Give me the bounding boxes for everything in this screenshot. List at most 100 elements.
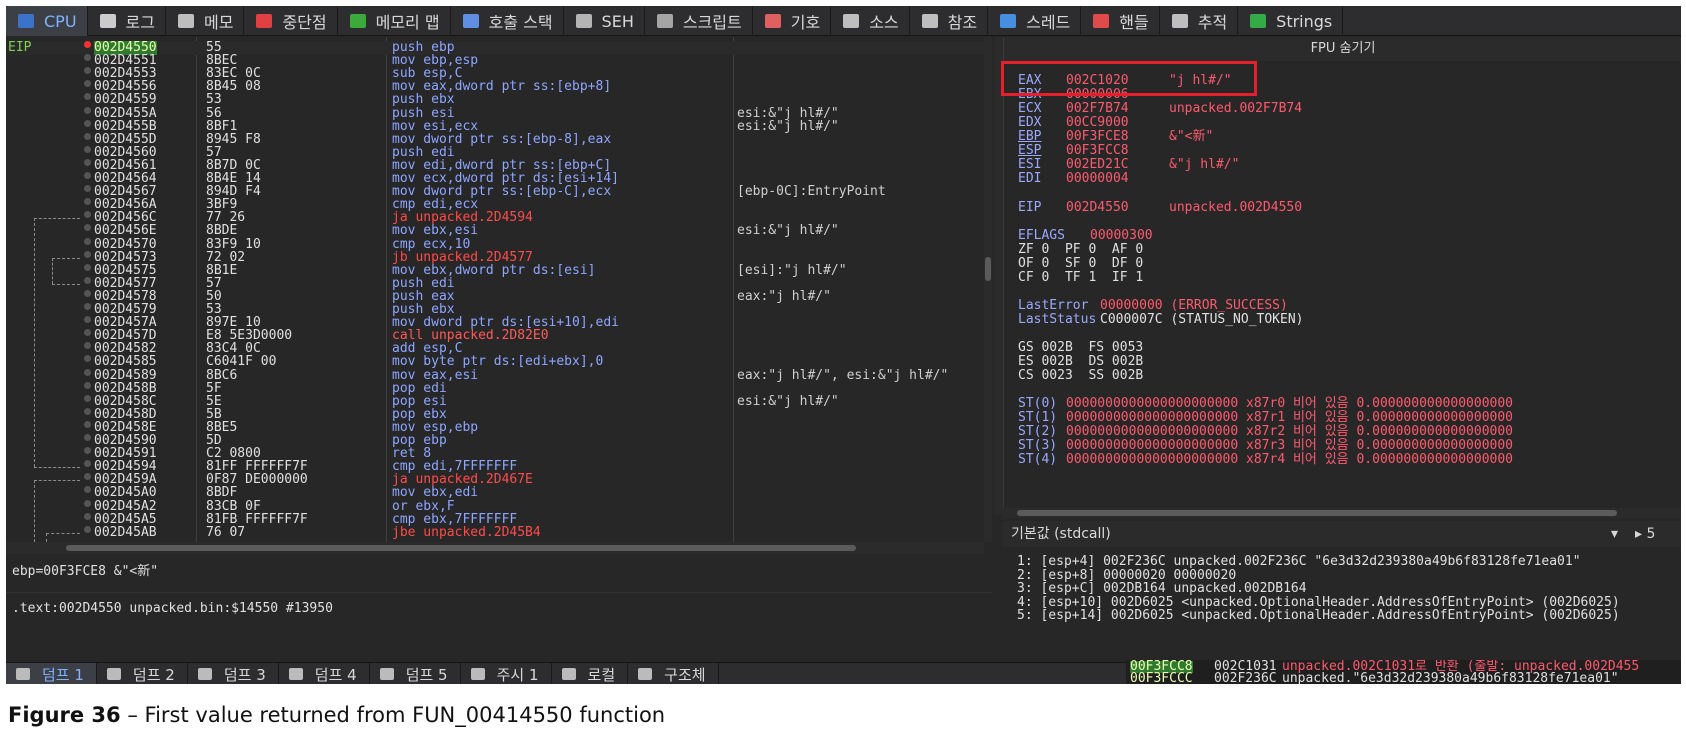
breakpoint-dot-icon[interactable] [84,512,91,520]
register-name[interactable]: ECX [1018,102,1041,116]
flag-row[interactable]: CF 0 TF 1 IF 1 [1018,271,1143,285]
tab-notes[interactable]: 메모 [166,6,245,36]
tab-breakpoint[interactable]: 중단점 [244,6,338,36]
tab-strings[interactable]: Strings [1238,6,1344,36]
fpu-register-name[interactable]: ST(3) [1018,439,1057,453]
segment-register-row[interactable]: CS 0023 SS 002B [1018,369,1143,383]
breakpoint-dot-icon[interactable] [84,276,91,284]
breakpoint-dot-icon[interactable] [84,67,91,75]
breakpoint-dot-icon[interactable] [84,224,91,232]
breakpoint-dot-icon[interactable] [84,145,91,153]
flag-row[interactable]: ZF 0 PF 0 AF 0 [1018,243,1143,257]
calling-convention-select[interactable]: 기본값 (stdcall) ▾ ▸ 5 [1003,521,1681,547]
breakpoint-dot-icon[interactable] [84,211,91,219]
registers-horizontal-scrollbar[interactable] [1003,508,1681,518]
fpu-register-value[interactable]: 0000000000000000000000 x87r2 비어 있음 0.000… [1066,425,1513,439]
argument-row[interactable]: 1: [esp+4] 002F236C unpacked.002F236C "6… [1017,555,1581,569]
segment-register-row[interactable]: ES 002B DS 002B [1018,355,1143,369]
breakpoint-dot-icon[interactable] [84,93,91,101]
breakpoint-dot-icon[interactable] [84,407,91,415]
stack-pane[interactable]: 00F3FCC8 002C1031 unpacked.002C1031로 반환 (출… [1126,660,1681,684]
disassembly-vertical-scrollbar[interactable] [984,37,992,542]
breakpoint-dot-icon[interactable] [84,447,91,455]
bottom-tab[interactable]: 구조체 [628,663,719,684]
tab-script[interactable]: 스크립트 [645,6,753,36]
breakpoint-dot-icon[interactable] [84,41,91,48]
breakpoint-dot-icon[interactable] [84,329,91,337]
tab-source[interactable]: 소스 [831,6,910,36]
register-name[interactable]: ESP [1018,144,1041,158]
breakpoint-dot-icon[interactable] [84,303,91,310]
breakpoint-dot-icon[interactable] [84,132,91,140]
breakpoint-dot-icon[interactable] [84,198,91,206]
fpu-register-value[interactable]: 0000000000000000000000 x87r3 비어 있음 0.000… [1066,439,1513,453]
fpu-register-value[interactable]: 0000000000000000000000 x87r0 비어 있음 0.000… [1066,397,1513,411]
breakpoint-dot-icon[interactable] [84,172,91,179]
breakpoint-dot-icon[interactable] [84,250,91,258]
bottom-tab[interactable]: 덤프 5 [370,663,461,684]
tab-symbols[interactable]: 기호 [753,6,832,36]
fpu-register-value[interactable]: 0000000000000000000000 x87r4 비어 있음 0.000… [1066,453,1513,467]
breakpoint-dot-icon[interactable] [84,185,91,193]
breakpoint-dot-icon[interactable] [84,381,91,389]
hide-fpu-button[interactable]: FPU 숨기기 [1004,37,1681,61]
breakpoint-dot-icon[interactable] [84,434,91,441]
fpu-register-value[interactable]: 0000000000000000000000 x87r1 비어 있음 0.000… [1066,411,1513,425]
registers-pane[interactable]: FPU 숨기기 EAX 002C1020 "j hl#/" EBX 00000006 EC… [1003,37,1681,515]
registers-splitter[interactable] [995,37,1003,515]
breakpoint-dot-icon[interactable] [84,355,91,363]
argument-row[interactable]: 5: [esp+14] 002D6025 <unpacked.OptionalH… [1017,609,1620,623]
register-name[interactable]: EDI [1018,172,1041,186]
breakpoint-dot-icon[interactable] [84,263,91,271]
breakpoint-dot-icon[interactable] [84,394,91,402]
arguments-pane[interactable]: 1: [esp+4] 002F236C unpacked.002F236C "6… [1003,551,1681,631]
flag-row[interactable]: OF 0 SF 0 DF 0 [1018,257,1143,271]
breakpoint-dot-icon[interactable] [84,525,91,533]
breakpoint-dot-icon[interactable] [84,316,91,324]
breakpoint-dot-icon[interactable] [84,80,91,88]
breakpoint-dot-icon[interactable] [84,499,91,507]
register-value[interactable]: 002D4550 [1066,201,1129,215]
tab-references[interactable]: 참조 [910,6,989,36]
chevron-down-icon[interactable]: ▾ [1611,521,1618,547]
tab-cpu[interactable]: CPU [6,6,88,36]
bottom-tab[interactable]: 주시 1 [461,663,552,684]
bottom-tab[interactable]: 덤프 1 [6,663,97,684]
disasm-row[interactable]: 002D45AB 76 07 jbe unpacked.2D45B4 [6,525,992,540]
argument-row[interactable]: 3: [esp+C] 002DB164 unpacked.002DB164 [1017,582,1307,596]
tab-log[interactable]: 로그 [88,6,166,36]
tab-memory-map[interactable]: 메모리 맵 [338,6,451,36]
bottom-tab[interactable]: 로컬 [552,663,629,684]
fpu-register-name[interactable]: ST(1) [1018,411,1057,425]
register-name[interactable]: ESI [1018,158,1041,172]
breakpoint-dot-icon[interactable] [84,368,91,376]
breakpoint-dot-icon[interactable] [84,237,91,245]
register-value[interactable]: 00F3FCE8 [1066,130,1129,144]
last-error-value[interactable]: 00000000 (ERROR_SUCCESS) [1100,299,1288,313]
tab-seh[interactable]: SEH [564,6,645,36]
breakpoint-dot-icon[interactable] [84,119,91,127]
register-value[interactable]: 002ED21C [1066,158,1129,172]
register-value[interactable]: 002F7B74 [1066,102,1129,116]
fpu-register-name[interactable]: ST(2) [1018,425,1057,439]
disassembly-pane[interactable]: EIP 002D4550 55 push ebp 002D4551 8BEC mov ebp… [6,37,992,542]
breakpoint-dot-icon[interactable] [84,486,91,494]
breakpoint-dot-icon[interactable] [84,473,91,481]
tab-call-stack[interactable]: 호출 스택 [451,6,564,36]
argument-count-spinner[interactable]: ▸ 5 [1635,521,1655,547]
bottom-tab[interactable]: 덤프 4 [279,663,370,684]
segment-register-row[interactable]: GS 002B FS 0053 [1018,341,1143,355]
disassembly-horizontal-scrollbar[interactable] [6,542,984,554]
tab-trace[interactable]: 추적 [1160,6,1239,36]
register-name[interactable]: EDX [1018,116,1041,130]
register-value[interactable]: 00CC9000 [1066,116,1129,130]
register-value[interactable]: 00000004 [1066,172,1129,186]
breakpoint-dot-icon[interactable] [84,106,91,114]
fpu-register-name[interactable]: ST(0) [1018,397,1057,411]
bottom-tab[interactable]: 덤프 2 [97,663,188,684]
tab-threads[interactable]: 스레드 [988,6,1082,36]
breakpoint-dot-icon[interactable] [84,158,91,166]
breakpoint-dot-icon[interactable] [84,420,91,428]
register-name[interactable]: EBP [1018,130,1041,144]
last-status-value[interactable]: C000007C (STATUS_NO_TOKEN) [1100,313,1304,327]
